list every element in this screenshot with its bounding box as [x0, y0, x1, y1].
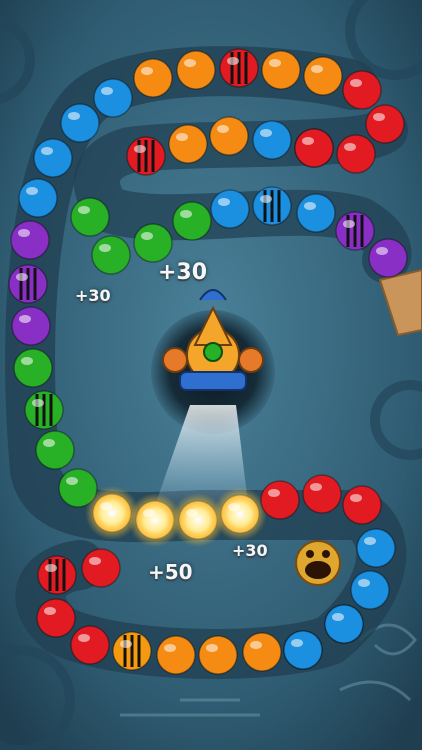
marble-red: [302, 474, 342, 514]
marble-red: [342, 485, 382, 525]
marble-purple: [10, 220, 50, 260]
marble-blue: [93, 78, 133, 118]
marble-orange: [242, 632, 282, 672]
marble-purple-striped: [8, 264, 48, 304]
marble-blue-striped: [252, 186, 292, 226]
marble-blue: [252, 120, 292, 160]
marble-green: [133, 223, 173, 263]
marble-orange: [261, 50, 301, 90]
score-popup: +50: [148, 560, 193, 584]
marble-orange: [176, 50, 216, 90]
marble-blue: [60, 103, 100, 143]
marble-purple-striped: [335, 211, 375, 251]
marble-green-striped: [24, 390, 64, 430]
game-board[interactable]: [0, 0, 422, 750]
marble-red: [336, 134, 376, 174]
score-popup: +30: [158, 260, 208, 285]
marble-blue: [33, 138, 73, 178]
marble-exploding: [213, 487, 267, 541]
marble-purple: [11, 306, 51, 346]
marble-red: [81, 548, 121, 588]
marble-orange: [156, 635, 196, 675]
marble-orange: [198, 635, 238, 675]
marble-blue: [18, 178, 58, 218]
marble-green: [91, 235, 131, 275]
marble-blue: [350, 570, 390, 610]
marble-red: [342, 70, 382, 110]
marble-red: [36, 598, 76, 638]
marble-orange: [303, 56, 343, 96]
marble-red-striped: [219, 48, 259, 88]
loaded-ball: [203, 342, 223, 362]
skull-goal-icon: [295, 540, 341, 586]
marble-blue: [296, 193, 336, 233]
marble-blue: [356, 528, 396, 568]
marble-red: [365, 104, 405, 144]
marble-green: [70, 197, 110, 237]
score-popup: +30: [75, 286, 111, 305]
marble-yellow-striped: [112, 631, 152, 671]
marble-orange: [209, 116, 249, 156]
marble-red-striped: [126, 136, 166, 176]
marble-purple: [368, 238, 408, 278]
marble-red: [70, 625, 110, 665]
marble-orange: [168, 124, 208, 164]
marble-blue: [283, 630, 323, 670]
score-popup: +30: [232, 541, 268, 560]
marble-red: [294, 128, 334, 168]
marble-green: [35, 430, 75, 470]
marble-orange: [133, 58, 173, 98]
marble-green: [13, 348, 53, 388]
marble-red: [260, 480, 300, 520]
marble-blue: [210, 189, 250, 229]
marble-red-striped: [37, 555, 77, 595]
marble-green: [172, 201, 212, 241]
marble-blue: [324, 604, 364, 644]
